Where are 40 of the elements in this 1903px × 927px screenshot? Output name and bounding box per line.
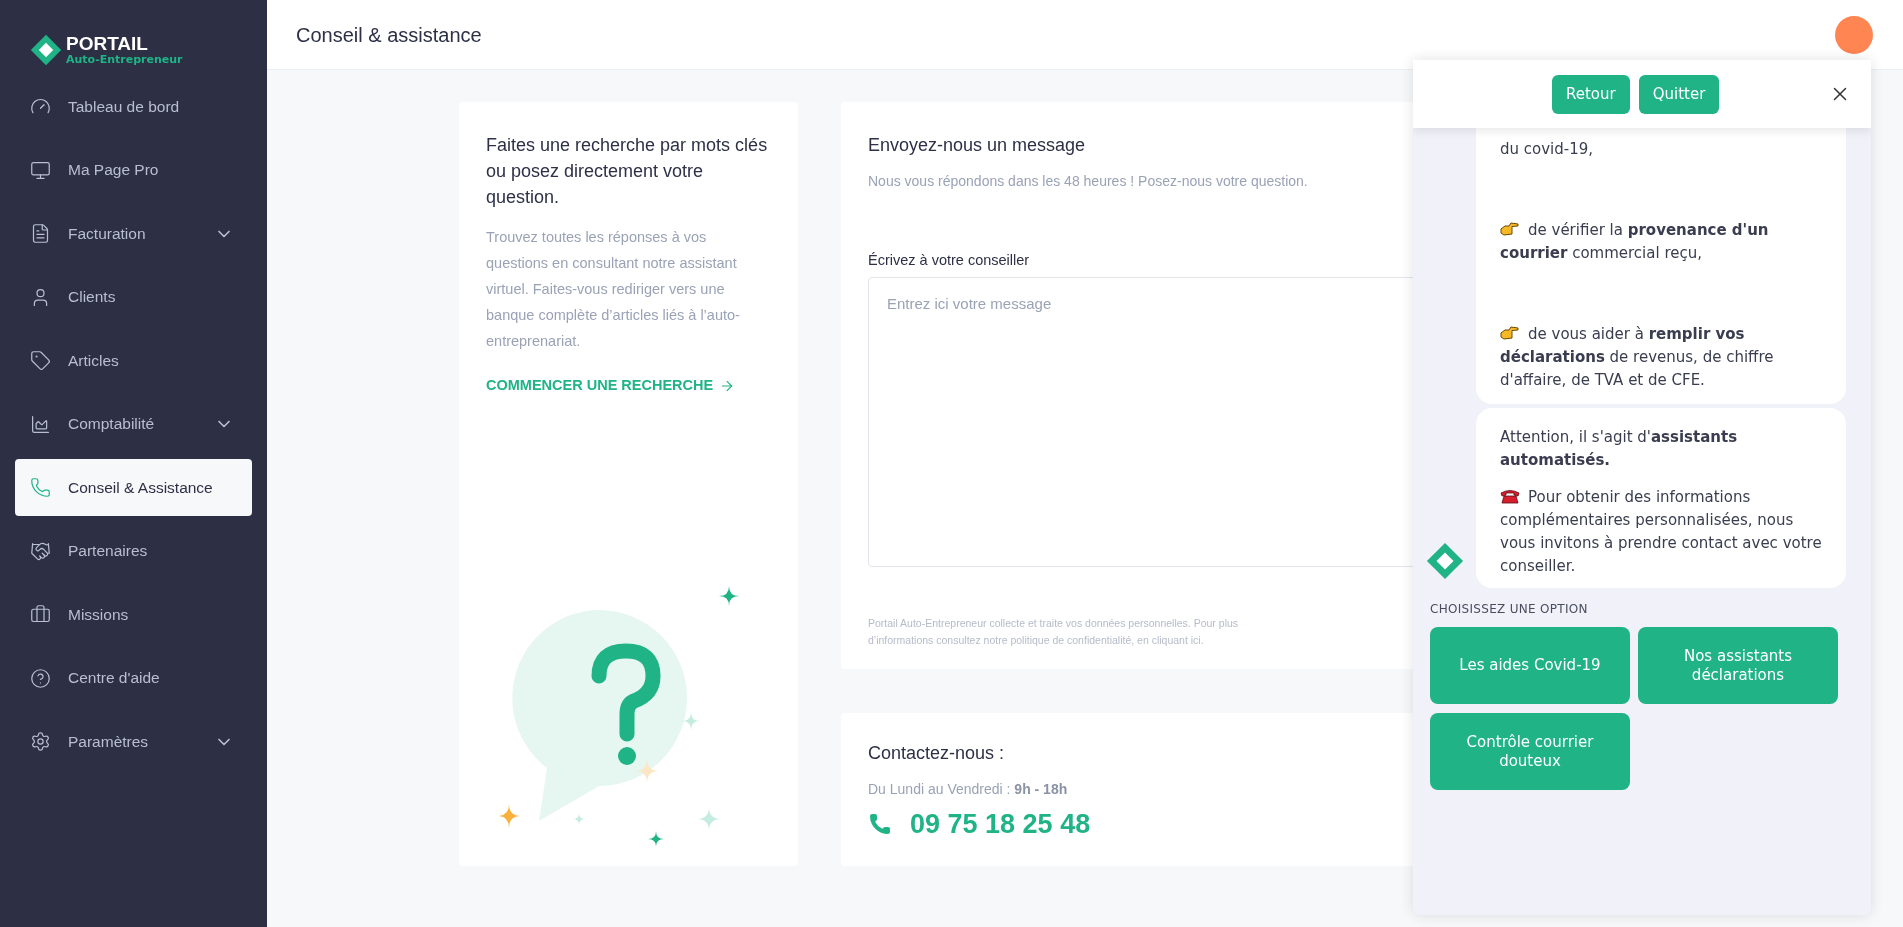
sidebar-item[interactable]: Clients (15, 268, 252, 326)
chat-text: du covid-19, (1500, 139, 1595, 160)
document-icon (30, 223, 51, 244)
settings-icon (30, 731, 51, 752)
option-prompt: CHOISISSEZ UNE OPTION (1430, 601, 1589, 618)
sidebar-item[interactable]: Partenaires (15, 522, 252, 580)
logo-icon (30, 33, 62, 66)
chat-text: de vérifier la provenance d'un courrier commercial reçu, (1500, 220, 1770, 264)
briefcase-icon (30, 604, 51, 625)
sidebar-item[interactable]: Centre d'aide (15, 649, 252, 707)
pointing-hand-icon (1500, 325, 1520, 341)
sidebar-item[interactable]: Missions (15, 586, 252, 643)
sidebar-item[interactable]: Conseil & Assistance (15, 459, 252, 516)
help-icon (30, 667, 51, 689)
sidebar-item[interactable]: Comptabilité (15, 395, 252, 453)
card-subtitle: Nous vous répondons dans les 48 heures ! Posez-nous votre question. (868, 172, 1309, 191)
chart-icon (30, 413, 51, 435)
telephone-icon (1500, 488, 1520, 504)
page-title: Conseil & assistance (296, 22, 482, 48)
tag-icon (30, 350, 51, 371)
card-text: Trouvez toutes les réponses à vos questions en consultant notre assistant virtuel. Faites-vous rediriger vers une banque complète d’articles liés à l’auto-entreprenariat. (486, 228, 741, 351)
pointing-hand-icon (1500, 221, 1520, 237)
handshake-icon (30, 540, 51, 562)
sidebar-item[interactable]: Articles (15, 332, 252, 389)
field-label: Écrivez à votre conseiller (868, 251, 1030, 270)
logo-subtitle: Auto-Entrepreneur (66, 54, 183, 65)
bot-avatar-icon (1425, 542, 1464, 580)
card-title: Contactez-nous : (868, 742, 1005, 765)
phone-icon (868, 812, 892, 837)
logo-title: PORTAIL (66, 34, 149, 53)
opening-hours: Du Lundi au Vendredi : 9h - 18h (868, 780, 1069, 799)
sidebar-item[interactable]: Facturation (15, 205, 252, 262)
sidebar-item[interactable]: Tableau de bord (15, 78, 252, 135)
sidebar-item[interactable]: Ma Page Pro (15, 141, 252, 199)
sidebar-item[interactable]: Paramètres (15, 713, 252, 770)
card-title: Envoyez-nous un message (868, 134, 1086, 157)
card-title: Faites une recherche par mots clés ou posez directement votre question. (486, 134, 769, 209)
privacy-notice: Portail Auto-Entrepreneur collecte et traite vos données personnelles. Pour plus d’informations consultez notre politique de confidentialité, en cliquant ici. (868, 615, 1240, 648)
phone-icon (30, 477, 51, 498)
monitor-icon (30, 159, 51, 181)
